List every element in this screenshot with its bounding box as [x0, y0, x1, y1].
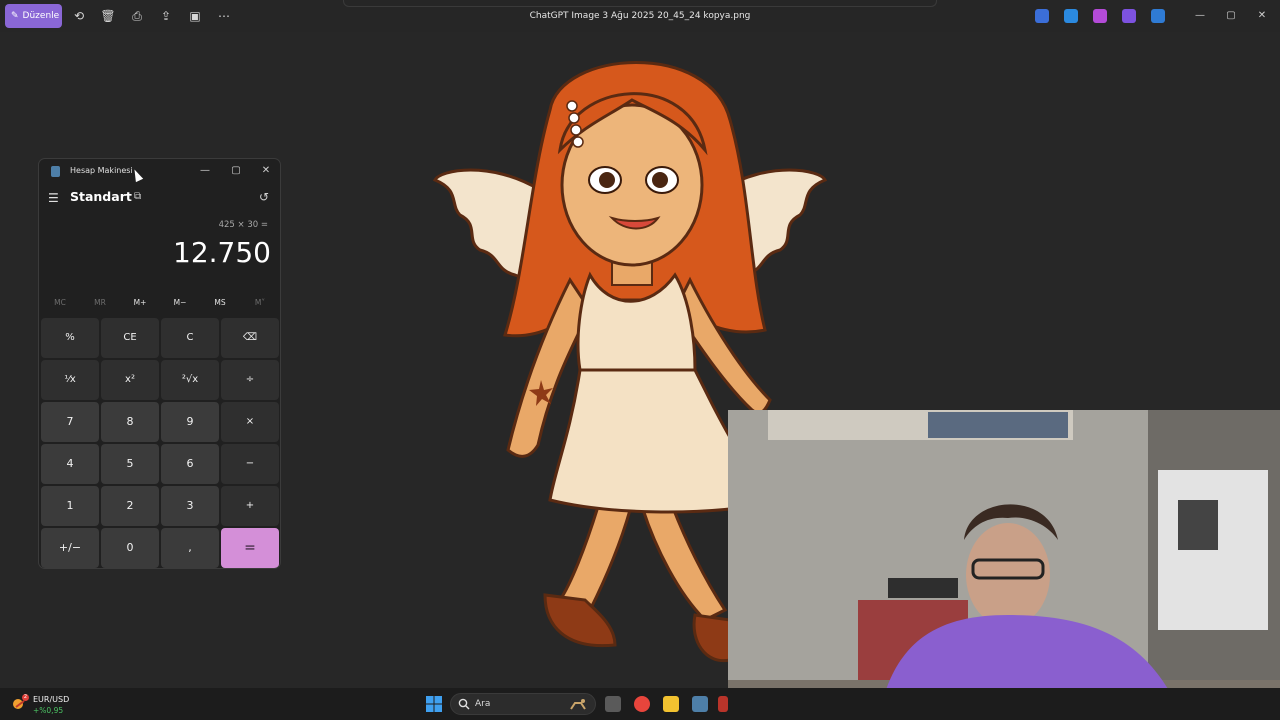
task-view-icon[interactable]: [605, 696, 621, 712]
maximize-icon[interactable]: ▢: [229, 164, 243, 178]
history-icon[interactable]: ↺: [259, 190, 269, 204]
divide-button[interactable]: ÷: [221, 360, 279, 400]
digit-6-button[interactable]: 6: [161, 444, 219, 484]
square-button[interactable]: x²: [101, 360, 159, 400]
notification-badge: 2: [22, 694, 29, 701]
reciprocal-button[interactable]: ⅟x: [41, 360, 99, 400]
file-explorer-icon[interactable]: [663, 696, 679, 712]
clear-button[interactable]: C: [161, 318, 219, 358]
app-taskbar-icon[interactable]: [718, 696, 728, 712]
calculator-app-icon: [51, 166, 60, 177]
memory-button-4[interactable]: MS: [200, 298, 240, 307]
minimize-icon[interactable]: —: [198, 164, 212, 178]
clipchamp-icon[interactable]: [1093, 9, 1107, 23]
memory-button-5[interactable]: M˅: [240, 298, 280, 307]
result-display: 12.750: [173, 236, 271, 269]
taskbar-search[interactable]: Ara: [450, 693, 596, 715]
memory-button-0[interactable]: MC: [40, 298, 80, 307]
memory-button-3[interactable]: M−: [160, 298, 200, 307]
digit-8-button[interactable]: 8: [101, 402, 159, 442]
digit-4-button[interactable]: 4: [41, 444, 99, 484]
maximize-icon[interactable]: ▢: [1223, 9, 1239, 23]
memory-button-1[interactable]: MR: [80, 298, 120, 307]
digit-9-button[interactable]: 9: [161, 402, 219, 442]
close-icon[interactable]: ✕: [1254, 9, 1270, 23]
copilot-icon[interactable]: [1035, 9, 1049, 23]
digit-2-button[interactable]: 2: [101, 486, 159, 526]
subtract-button[interactable]: −: [221, 444, 279, 484]
backspace-button[interactable]: ⌫: [221, 318, 279, 358]
fx-change: +%0,95: [33, 706, 64, 715]
file-title: ChatGPT Image 3 Ağu 2025 20_45_24 kopya.…: [529, 11, 751, 21]
designer-icon[interactable]: [1064, 9, 1078, 23]
digit-1-button[interactable]: 1: [41, 486, 99, 526]
close-icon[interactable]: ✕: [259, 164, 273, 178]
photos-toolbar: ✎ Düzenle ⟲ 🗑 ⎙ ⇪ ▣ ⋯ ChatGPT Image 3 Ağ…: [0, 0, 1280, 32]
multiply-button[interactable]: ×: [221, 402, 279, 442]
digit-0-button[interactable]: 0: [101, 528, 159, 568]
taskbar: 2 EUR/USD +%0,95 Ara: [0, 688, 1280, 720]
onedrive-icon[interactable]: [1151, 9, 1165, 23]
expression-display: 425 × 30 =: [218, 220, 268, 230]
video-editor-icon[interactable]: [1122, 9, 1136, 23]
square-root-button[interactable]: ²√x: [161, 360, 219, 400]
decimal-button[interactable]: ,: [161, 528, 219, 568]
calculator-titlebar[interactable]: Hesap Makinesi — ▢ ✕: [39, 159, 280, 183]
chrome-icon[interactable]: [634, 696, 650, 712]
equals-button[interactable]: =: [221, 528, 279, 568]
digit-7-button[interactable]: 7: [41, 402, 99, 442]
keep-on-top-icon[interactable]: ⧉: [134, 191, 141, 202]
webcam-feed: [728, 410, 1280, 720]
clear-entry-button[interactable]: CE: [101, 318, 159, 358]
search-placeholder: Ara: [475, 699, 491, 709]
windows-start-icon[interactable]: [426, 696, 442, 712]
digit-3-button[interactable]: 3: [161, 486, 219, 526]
add-button[interactable]: +: [221, 486, 279, 526]
calculator-title: Hesap Makinesi: [70, 166, 133, 175]
calculator-mode: Standart: [70, 189, 132, 204]
percent-button[interactable]: %: [41, 318, 99, 358]
search-icon: [458, 698, 470, 710]
title-strip: [343, 0, 937, 7]
search-highlight-icon: [570, 699, 586, 710]
digit-5-button[interactable]: 5: [101, 444, 159, 484]
menu-icon[interactable]: ☰: [48, 191, 59, 205]
fx-pair: EUR/USD: [33, 695, 70, 704]
calculator-taskbar-icon[interactable]: [692, 696, 708, 712]
negate-button[interactable]: +/−: [41, 528, 99, 568]
calculator-window: Hesap Makinesi — ▢ ✕ ☰ Standart ⧉ ↺ 425 …: [38, 158, 281, 569]
fx-widget[interactable]: 2 EUR/USD +%0,95: [12, 694, 72, 716]
memory-button-2[interactable]: M+: [120, 298, 160, 307]
minimize-icon[interactable]: —: [1192, 9, 1208, 23]
